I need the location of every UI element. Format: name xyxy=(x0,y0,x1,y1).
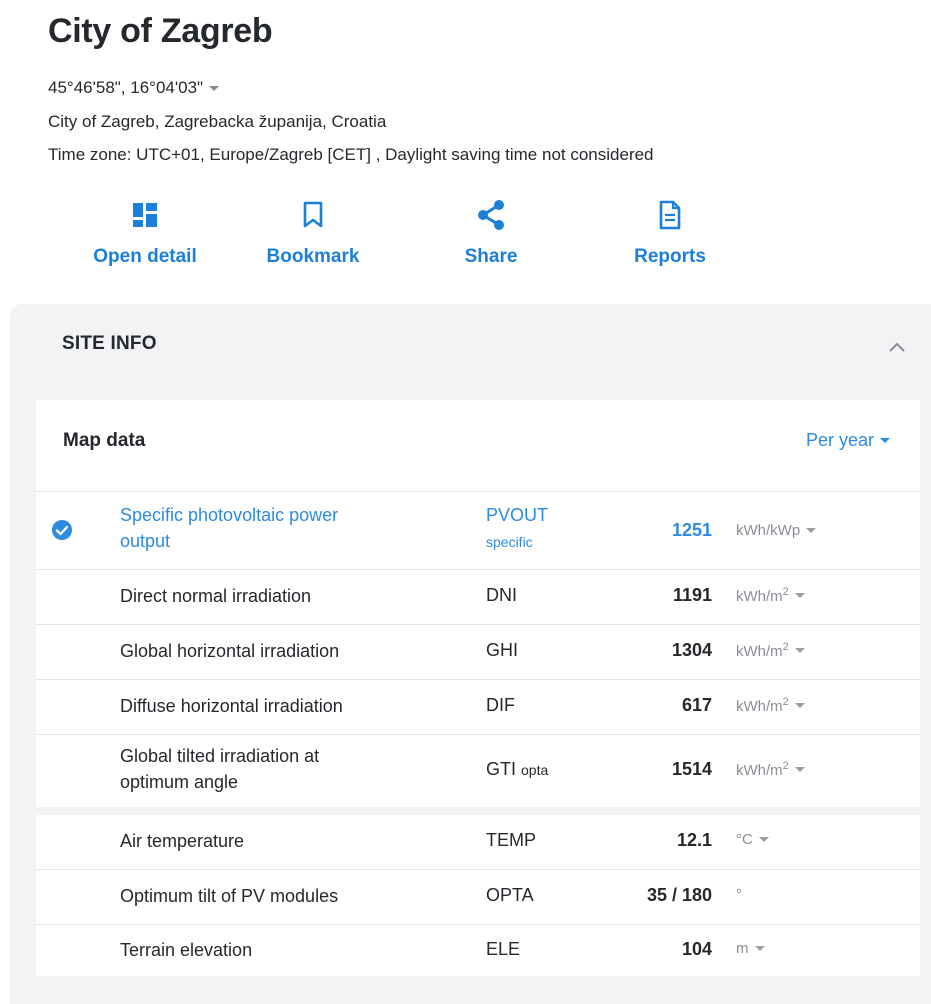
share-icon xyxy=(476,198,506,232)
share-button[interactable]: Share xyxy=(406,198,576,268)
row-code: DNI xyxy=(486,585,517,605)
chevron-up-icon[interactable] xyxy=(888,340,906,358)
chevron-down-icon xyxy=(758,837,769,842)
check-circle-icon xyxy=(52,520,72,545)
row-name: Air temperature xyxy=(120,831,245,851)
unit-label: ° xyxy=(736,886,742,903)
unit-dropdown[interactable]: kWh/m2 xyxy=(736,696,805,715)
section-divider xyxy=(36,807,920,815)
row-name: Global horizontal irradiation xyxy=(120,641,340,661)
action-bar: Open detail Bookmark Share Reports xyxy=(60,198,780,278)
site-info-panel: SITE INFO Map data Per year Specific pho… xyxy=(10,304,931,1004)
unit-dropdown[interactable]: kWh/m2 xyxy=(736,641,805,660)
row-value: 35 / 180 xyxy=(646,885,712,905)
chevron-down-icon xyxy=(880,438,890,443)
row-value: 1251 xyxy=(671,520,712,540)
chevron-down-icon xyxy=(209,85,220,91)
row-name: Global tilted irradiation at optimum angl… xyxy=(120,746,320,792)
coordinates-text: 45°46'58", 16°04'03" xyxy=(48,78,204,97)
bookmark-label: Bookmark xyxy=(266,246,360,267)
row-name: Direct normal irradiation xyxy=(120,586,312,606)
table-row-gti[interactable]: Global tilted irradiation at optimum angl… xyxy=(36,735,920,807)
chevron-down-icon xyxy=(794,703,805,708)
site-info-heading: SITE INFO xyxy=(62,333,157,354)
row-name: Diffuse horizontal irradiation xyxy=(120,696,343,716)
chevron-down-icon xyxy=(754,946,765,951)
table-row-dif[interactable]: Diffuse horizontal irradiation DIF 617 k… xyxy=(36,680,920,735)
row-code: GTI opta xyxy=(486,759,549,779)
row-code: ELE xyxy=(486,939,521,959)
row-value: 1514 xyxy=(671,759,712,779)
reports-button[interactable]: Reports xyxy=(585,198,755,268)
row-value: 617 xyxy=(681,695,712,715)
chevron-down-icon xyxy=(806,528,817,533)
coordinates-dropdown[interactable]: 45°46'58", 16°04'03" xyxy=(48,78,220,98)
open-detail-label: Open detail xyxy=(93,246,197,267)
row-value: 12.1 xyxy=(676,830,712,850)
open-detail-button[interactable]: Open detail xyxy=(60,198,230,268)
period-dropdown[interactable]: Per year xyxy=(806,430,890,451)
unit-dropdown[interactable]: kWh/m2 xyxy=(736,760,805,779)
reports-label: Reports xyxy=(634,246,706,267)
row-code: GHI xyxy=(486,640,519,660)
map-data-card: Map data Per year Specific photovoltaic … xyxy=(36,400,920,976)
row-code: OPTA xyxy=(486,885,534,905)
table-row-ele[interactable]: Terrain elevation ELE 104 m xyxy=(36,925,920,976)
share-label: Share xyxy=(464,246,518,267)
document-icon xyxy=(658,198,682,232)
unit-dropdown[interactable]: kWh/m2 xyxy=(736,586,805,605)
page-title: City of Zagreb xyxy=(48,12,273,50)
table-row-ghi[interactable]: Global horizontal irradiation GHI 1304 k… xyxy=(36,625,920,680)
row-value: 1304 xyxy=(671,640,712,660)
row-code: DIF xyxy=(486,695,515,715)
row-name: Optimum tilt of PV modules xyxy=(120,886,339,906)
table-row-opta[interactable]: Optimum tilt of PV modules OPTA 35 / 180… xyxy=(36,870,920,925)
location-text: City of Zagreb, Zagrebacka županija, Cro… xyxy=(48,112,387,131)
bookmark-icon xyxy=(302,198,324,232)
dashboard-icon xyxy=(132,198,158,232)
unit-dropdown[interactable]: °C xyxy=(736,831,769,848)
row-code: PVOUT specific xyxy=(486,505,549,550)
table-row-pvout[interactable]: Specific photovoltaic power output PVOUT s… xyxy=(36,492,920,570)
table-row-temp[interactable]: Air temperature TEMP 12.1 °C xyxy=(36,815,920,870)
row-code: TEMP xyxy=(486,830,537,850)
row-name: Terrain elevation xyxy=(120,940,253,960)
chevron-down-icon xyxy=(794,593,805,598)
unit-dropdown[interactable]: m xyxy=(736,940,765,957)
row-value: 1191 xyxy=(672,585,712,605)
timezone-text: Time zone: UTC+01, Europe/Zagreb [CET] ,… xyxy=(48,145,654,164)
row-value: 104 xyxy=(681,939,712,959)
period-label: Per year xyxy=(805,430,874,450)
bookmark-button[interactable]: Bookmark xyxy=(228,198,398,268)
table-row-dni[interactable]: Direct normal irradiation DNI 1191 kWh/m… xyxy=(36,570,920,625)
chevron-down-icon xyxy=(794,648,805,653)
map-data-title: Map data xyxy=(63,430,146,451)
chevron-down-icon xyxy=(794,767,805,772)
row-name: Specific photovoltaic power output xyxy=(120,505,339,551)
map-data-header: Map data Per year xyxy=(36,400,920,492)
unit-dropdown[interactable]: kWh/kWp xyxy=(736,522,817,539)
